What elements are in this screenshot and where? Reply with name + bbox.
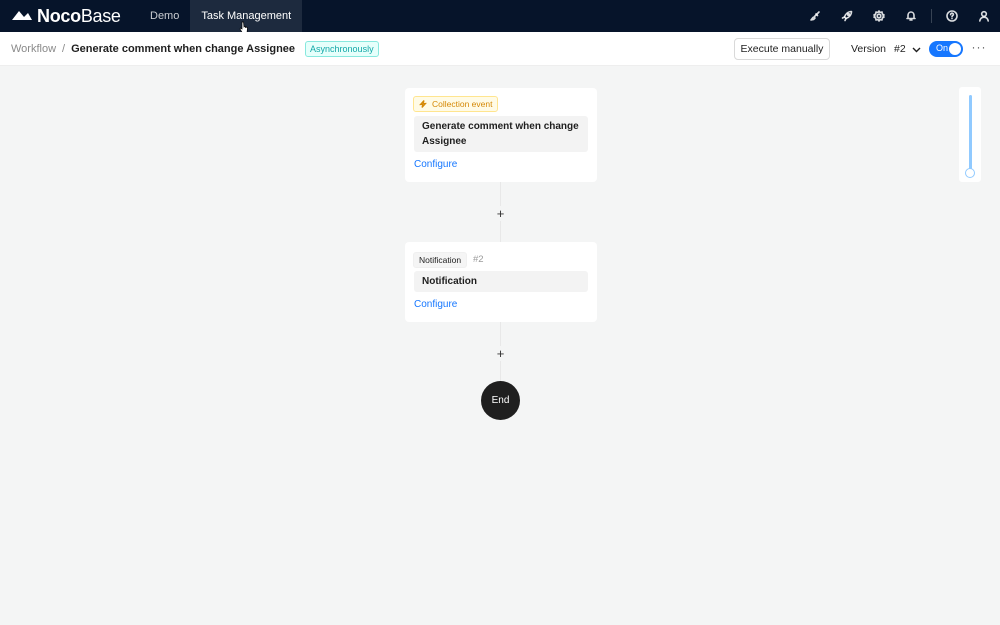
version-dropdown[interactable]: Version #2 [851,38,921,60]
gear-icon[interactable] [863,0,895,32]
end-node: End [481,381,520,420]
help-icon[interactable] [936,0,968,32]
zoom-slider[interactable] [959,87,981,182]
trigger-type-label: Collection event [432,99,493,109]
toggle-label: On [936,43,949,53]
breadcrumb-workflow[interactable]: Workflow [11,43,56,55]
trigger-title[interactable]: Generate comment when change Assignee [414,116,588,152]
nav-item-demo[interactable]: Demo [139,0,190,32]
toggle-knob [949,43,961,55]
execute-manually-button[interactable]: Execute manually [734,38,830,60]
node-id: #2 [473,254,484,265]
node-configure-link[interactable]: Configure [414,299,457,310]
execution-mode-badge: Asynchronously [305,40,379,57]
notification-node[interactable]: Notification #2 Notification Configure [405,242,597,322]
brand-logo[interactable]: NocoBase [11,0,139,32]
zoom-slider-rail [969,95,972,173]
lightning-icon [419,100,427,108]
breadcrumb-separator: / [62,42,66,55]
navbar-divider [931,9,932,23]
node-type-tag: Notification [413,252,468,268]
version-value: #2 [894,43,906,55]
add-node-button[interactable]: + [493,346,508,361]
workflow-enabled-toggle[interactable]: On [929,41,963,57]
user-icon[interactable] [968,0,1000,32]
bell-icon[interactable] [895,0,927,32]
top-icons [799,0,1000,32]
logo-icon [12,11,32,20]
brush-icon[interactable] [799,0,831,32]
trigger-type-tag: Collection event [413,96,499,112]
more-options-button[interactable]: ··· [971,40,987,56]
brand-name: NocoBase [37,5,121,26]
zoom-slider-handle[interactable] [965,168,975,178]
add-node-button[interactable]: + [493,206,508,221]
page-title: Generate comment when change Assignee [71,42,296,55]
rocket-icon[interactable] [831,0,863,32]
top-navbar: NocoBase Demo Task Management [0,0,1000,32]
trigger-node[interactable]: Collection event Generate comment when c… [405,88,597,182]
node-title[interactable]: Notification [414,271,588,292]
trigger-configure-link[interactable]: Configure [414,159,457,170]
chevron-down-icon [912,47,921,52]
version-label: Version [851,43,887,55]
workflow-header: Workflow / Generate comment when change … [0,32,1000,66]
